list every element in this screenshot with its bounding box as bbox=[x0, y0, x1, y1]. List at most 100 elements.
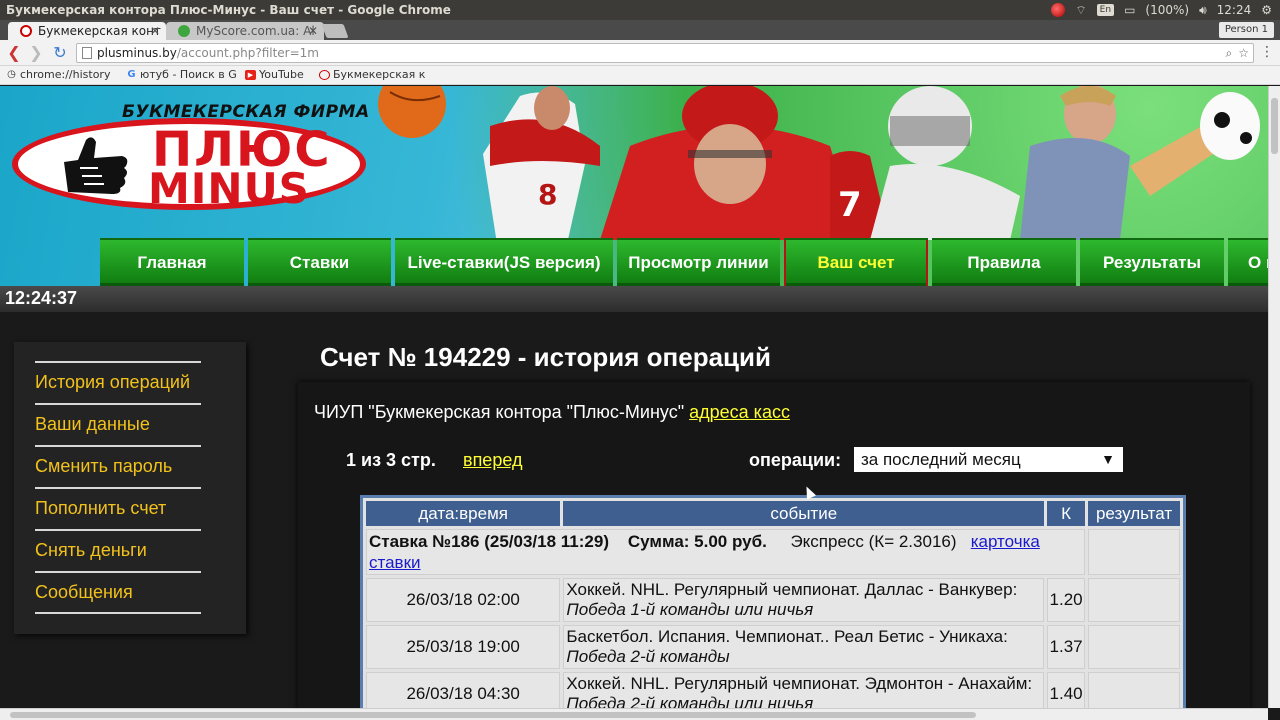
nav-your-account[interactable]: Ваш счет bbox=[784, 238, 928, 286]
row-datetime: 26/03/18 04:30 bbox=[366, 672, 561, 708]
bookmark-star-icon[interactable]: ☆ bbox=[1238, 44, 1249, 62]
menu-top-up[interactable]: Пополнить счет bbox=[35, 487, 201, 529]
os-tray: ⌔ En ▭ (100%) 🔊︎ 12:24 ⚙ bbox=[1051, 0, 1272, 20]
event-outcome: Победа 2-й команды или ничья bbox=[566, 694, 814, 708]
os-title-bar: Букмекерская контора Плюс-Минус - Ваш сч… bbox=[0, 0, 1280, 20]
menu-your-data[interactable]: Ваши данные bbox=[35, 403, 201, 445]
bet-title: Ставка №186 (25/03/18 11:29) bbox=[369, 532, 609, 551]
bookmark-youtube[interactable]: ▶ YouTube bbox=[243, 66, 304, 84]
nav-view-line[interactable]: Просмотр линии bbox=[617, 238, 780, 286]
bet-type: Экспресс (К= 2.3016) bbox=[790, 532, 957, 551]
row-event: Баскетбол. Испания. Чемпионат.. Реал Бет… bbox=[563, 625, 1045, 669]
site-logo[interactable]: БУКМЕКЕРСКАЯ ФИРМА ПЛЮС MINUS bbox=[10, 96, 370, 214]
row-datetime: 25/03/18 19:00 bbox=[366, 625, 561, 669]
record-icon[interactable] bbox=[1051, 3, 1066, 17]
menu-divider bbox=[35, 612, 201, 614]
operations-filter-select[interactable]: за последний месяц ▼ bbox=[854, 447, 1123, 472]
row-result bbox=[1088, 625, 1180, 669]
tab-strip: Букмекерская конт ✕ MyScore.com.ua: Al ✕ bbox=[0, 20, 1280, 40]
bookmark-bookmaker[interactable]: Букмекерская к bbox=[317, 66, 425, 84]
col-result: результат bbox=[1088, 501, 1180, 526]
menu-withdraw[interactable]: Снять деньги bbox=[35, 529, 201, 571]
new-tab-button[interactable] bbox=[321, 24, 349, 38]
tab-label: Букмекерская конт bbox=[38, 24, 161, 38]
col-k: К bbox=[1047, 501, 1086, 526]
cash-desks-link[interactable]: адреса касс bbox=[689, 402, 790, 422]
logo-minus-text: MINUS bbox=[148, 164, 310, 213]
operations-filter-value: за последний месяц bbox=[861, 450, 1021, 469]
nav-bets[interactable]: Ставки bbox=[248, 238, 391, 286]
bet-sum: Сумма: 5.00 руб. bbox=[627, 532, 767, 551]
zoom-icon[interactable]: ⌕ bbox=[1226, 44, 1233, 62]
bookmark-history[interactable]: ◷ chrome://history bbox=[4, 66, 110, 84]
back-arrow-icon[interactable]: ❮ bbox=[4, 43, 24, 63]
site-banner: 8 7 БУКМЕКЕРСКАЯ ФИРМА ПЛЮС MINUS Главна… bbox=[0, 86, 1268, 286]
main-nav: Главная Ставки Live-ставки(JS версия) Пр… bbox=[100, 238, 1268, 286]
row-event: Хоккей. NHL. Регулярный чемпионат. Далла… bbox=[563, 578, 1045, 622]
tab-close-icon[interactable]: ✕ bbox=[308, 22, 318, 40]
svg-text:7: 7 bbox=[838, 185, 862, 225]
bet-summary-cell: Ставка №186 (25/03/18 11:29) Сумма: 5.00… bbox=[366, 529, 1086, 575]
url-host: plusminus.by bbox=[97, 46, 177, 60]
reload-icon[interactable]: ↻ bbox=[50, 43, 70, 63]
settings-gear-icon[interactable]: ⚙ bbox=[1261, 0, 1272, 20]
operations-table: дата:время событие К результат Ставка №1… bbox=[363, 498, 1183, 708]
forward-arrow-icon[interactable]: ❯ bbox=[26, 43, 46, 63]
table-header-row: дата:время событие К результат bbox=[366, 501, 1180, 526]
site-favicon-icon bbox=[20, 25, 32, 37]
table-row: 26/03/18 04:30 Хоккей. NHL. Регулярный ч… bbox=[366, 672, 1180, 708]
thumbs-up-hand-icon bbox=[64, 137, 128, 194]
nav-rules[interactable]: Правила bbox=[932, 238, 1076, 286]
next-page-link[interactable]: вперед bbox=[463, 450, 522, 471]
table-row: 25/03/18 19:00 Баскетбол. Испания. Чемпи… bbox=[366, 625, 1180, 669]
tab-close-icon[interactable]: ✕ bbox=[150, 22, 160, 40]
vertical-scrollbar[interactable] bbox=[1268, 86, 1280, 708]
chrome-menu-icon[interactable]: ⋮ bbox=[1260, 44, 1274, 60]
table-row: 26/03/18 02:00 Хоккей. NHL. Регулярный ч… bbox=[366, 578, 1180, 622]
horizontal-scrollbar[interactable] bbox=[0, 708, 1268, 720]
bet-summary-row: Ставка №186 (25/03/18 11:29) Сумма: 5.00… bbox=[366, 529, 1180, 575]
url-path: /account.php?filter=1m bbox=[176, 46, 319, 60]
tab-myscore[interactable]: MyScore.com.ua: Al ✕ bbox=[166, 22, 324, 40]
battery-level: (100%) bbox=[1145, 3, 1190, 17]
row-k: 1.40 bbox=[1047, 672, 1086, 708]
myscore-favicon-icon bbox=[178, 25, 190, 37]
bookmark-label: YouTube bbox=[259, 68, 304, 81]
browser-toolbar: ❮ ❯ ↻ plusminus.by/account.php?filter=1m… bbox=[0, 40, 1280, 66]
nav-results[interactable]: Результаты bbox=[1080, 238, 1224, 286]
menu-operations-history[interactable]: История операций bbox=[35, 361, 201, 403]
vertical-scroll-thumb[interactable] bbox=[1271, 98, 1278, 154]
menu-change-password[interactable]: Сменить пароль bbox=[35, 445, 201, 487]
nav-live-bets[interactable]: Live-ставки(JS версия) bbox=[395, 238, 613, 286]
page-title: Счет № 194229 - история операций bbox=[320, 342, 771, 372]
history-icon: ◷ bbox=[7, 69, 16, 80]
tab-bookmaker[interactable]: Букмекерская конт ✕ bbox=[8, 22, 166, 40]
tab-label: MyScore.com.ua: Al bbox=[196, 24, 315, 38]
event-name: Хоккей. NHL. Регулярный чемпионат. Далла… bbox=[566, 580, 1018, 599]
google-icon: G bbox=[127, 69, 136, 80]
battery-icon[interactable]: ▭ bbox=[1124, 0, 1135, 20]
event-outcome: Победа 2-й команды bbox=[566, 647, 730, 666]
nav-about[interactable]: О п bbox=[1228, 238, 1268, 286]
volume-icon[interactable]: 🔊︎ bbox=[1199, 0, 1207, 20]
account-content: ЧИУП "Букмекерская контора "Плюс-Минус" … bbox=[298, 382, 1250, 708]
window-title: Букмекерская контора Плюс-Минус - Ваш сч… bbox=[6, 3, 451, 17]
logo-tagline: БУКМЕКЕРСКАЯ ФИРМА bbox=[122, 102, 370, 122]
wifi-icon[interactable]: ⌔ bbox=[1075, 0, 1086, 20]
keyboard-lang[interactable]: En bbox=[1096, 4, 1115, 16]
profile-button[interactable]: Person 1 bbox=[1218, 22, 1274, 38]
horizontal-scroll-thumb[interactable] bbox=[10, 712, 976, 718]
address-bar[interactable]: plusminus.by/account.php?filter=1m ⌕ ☆ bbox=[76, 43, 1254, 63]
os-clock[interactable]: 12:24 bbox=[1217, 0, 1252, 20]
nav-home[interactable]: Главная bbox=[100, 238, 244, 286]
bookmark-youtube-search[interactable]: G ютуб - Поиск в G bbox=[124, 66, 237, 84]
col-datetime: дата:время bbox=[366, 501, 561, 526]
menu-messages[interactable]: Сообщения bbox=[35, 571, 201, 613]
event-outcome: Победа 1-й команды или ничья bbox=[566, 600, 814, 619]
bookmark-label: ютуб - Поиск в G bbox=[140, 68, 237, 81]
page-icon bbox=[82, 47, 92, 59]
clock-bar: 12:24:37 bbox=[0, 286, 1268, 312]
event-name: Баскетбол. Испания. Чемпионат.. Реал Бет… bbox=[566, 627, 1008, 646]
bet-result-cell bbox=[1088, 529, 1180, 575]
account-side-menu: История операций Ваши данные Сменить пар… bbox=[14, 342, 246, 634]
